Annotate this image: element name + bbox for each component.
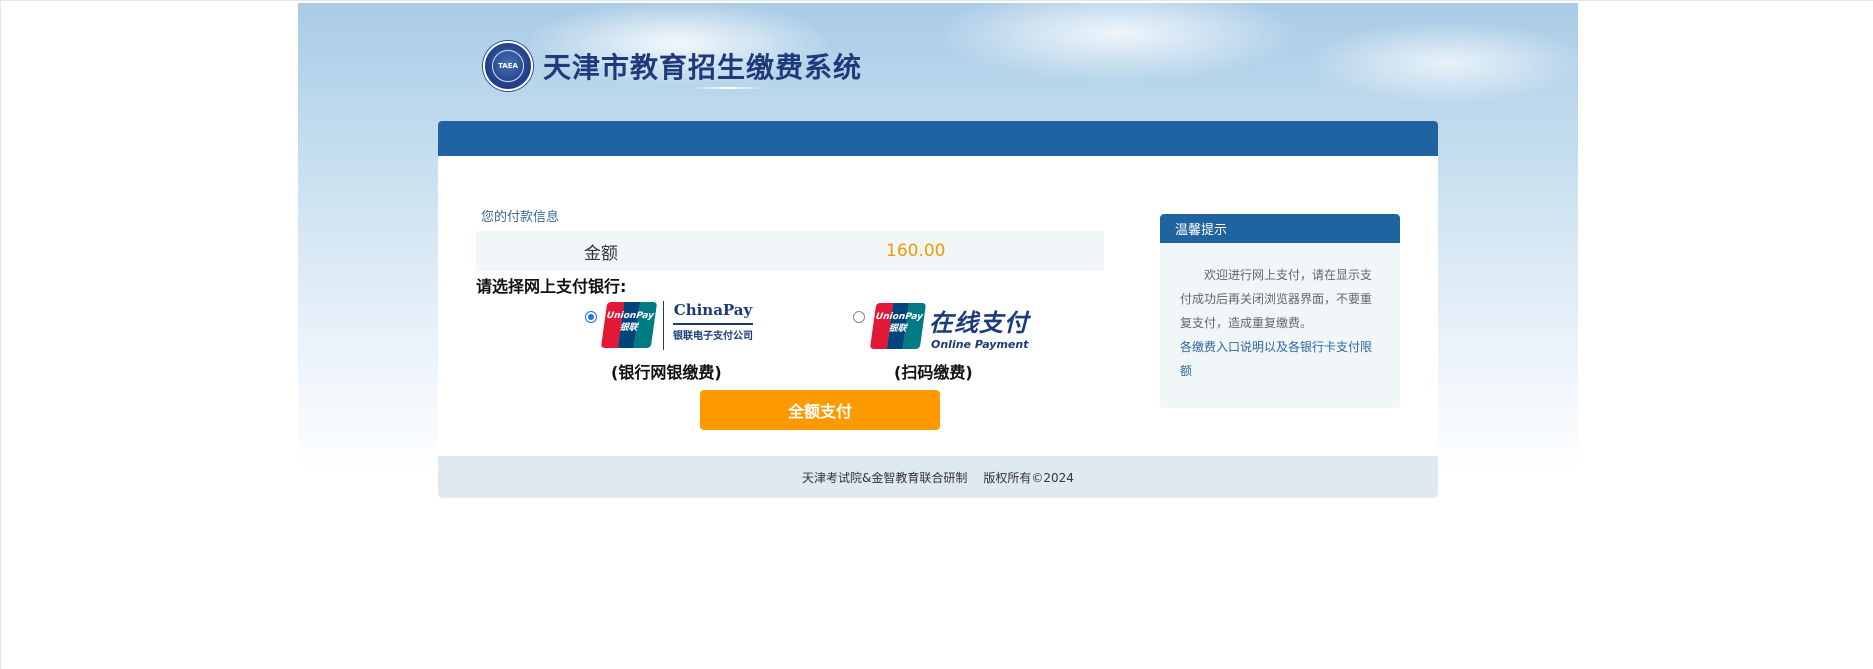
top-bar xyxy=(438,121,1438,156)
tips-limits-link[interactable]: 各缴费入口说明以及各银行卡支付限额 xyxy=(1160,335,1400,383)
footer-copyright: 版权所有©2024 xyxy=(983,470,1074,485)
page: TAEA 天津市教育招生缴费系统 您的付款信息 金额 160.00 请选择网上支… xyxy=(0,0,1873,669)
title-underline xyxy=(691,87,766,89)
unionpay-logo-icon: UnionPay 银联 xyxy=(869,303,927,349)
tips-body: 欢迎进行网上支付，请在显示支付成功后再关闭浏览器界面，不要重复支付，造成重复缴费… xyxy=(1180,268,1373,330)
online-payment-caption: (扫码缴费) xyxy=(894,363,973,382)
online-payment-name: 在线支付 xyxy=(929,309,1029,337)
choose-bank-label: 请选择网上支付银行: xyxy=(476,277,627,296)
site-logo: TAEA 天津市教育招生缴费系统 xyxy=(483,41,862,91)
footer: 天津考试院&金智教育联合研制 版权所有©2024 xyxy=(438,456,1438,498)
tips-title: 温馨提示 xyxy=(1160,214,1400,243)
chinapay-caption: (银行网银缴费) xyxy=(611,363,722,382)
radio-chinapay[interactable] xyxy=(585,311,597,323)
amount-label: 金额 xyxy=(584,243,618,264)
online-payment-sub: Online Payment xyxy=(931,338,1029,351)
footer-credit: 天津考试院&金智教育联合研制 xyxy=(802,470,968,485)
tips-box: 温馨提示 欢迎进行网上支付，请在显示支付成功后再关闭浏览器界面，不要重复支付，造… xyxy=(1160,214,1400,408)
chinapay-name: ChinaPay xyxy=(673,301,753,319)
site-title: 天津市教育招生缴费系统 xyxy=(543,51,863,84)
unionpay-logo-text: UnionPay 银联 xyxy=(875,312,924,334)
amount-row: 金额 160.00 xyxy=(476,231,1104,271)
emblem-text: TAEA xyxy=(498,62,518,70)
payment-info-label: 您的付款信息 xyxy=(481,210,560,225)
unionpay-logo-icon: UnionPay 银联 xyxy=(600,302,658,348)
unionpay-logo-text: UnionPay 银联 xyxy=(606,311,655,333)
chinapay-brand: ChinaPay 银联电子支付公司 xyxy=(673,301,753,342)
emblem-icon: TAEA xyxy=(483,41,533,91)
chinapay-sub: 银联电子支付公司 xyxy=(673,323,753,342)
radio-online-payment[interactable] xyxy=(853,311,865,323)
chinapay-divider xyxy=(663,301,664,350)
full-payment-button[interactable]: 全额支付 xyxy=(700,390,940,430)
amount-value: 160.00 xyxy=(886,241,946,261)
online-payment-brand: 在线支付 Online Payment xyxy=(929,303,1029,351)
